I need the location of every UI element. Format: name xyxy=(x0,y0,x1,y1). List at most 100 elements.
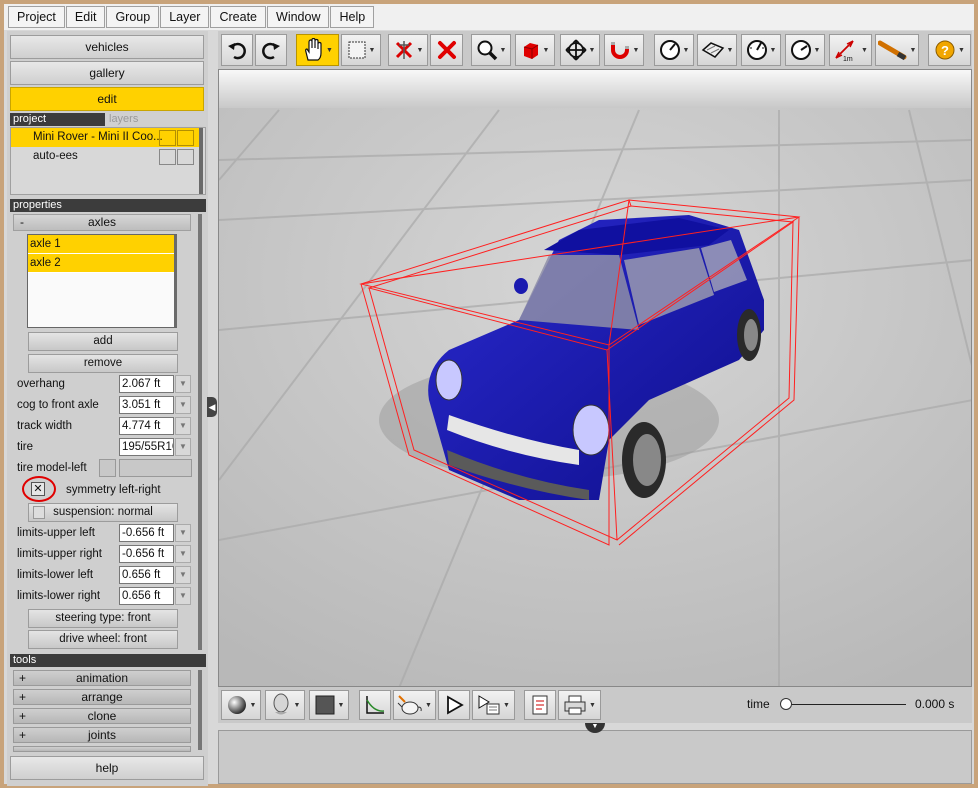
tool-arrange[interactable]: + arrange xyxy=(13,689,191,705)
tool-label: joints xyxy=(87,728,116,742)
magnet-button[interactable]: ▼ xyxy=(604,34,644,66)
tab-layers[interactable]: layers xyxy=(105,113,206,126)
time-value: 0.000 s xyxy=(915,697,955,711)
cog-front-axle-field[interactable]: 3.051 ft xyxy=(119,396,174,414)
lock-toggle[interactable] xyxy=(177,149,194,165)
print-button[interactable]: ▼ xyxy=(558,690,601,720)
limits-lower-left-field[interactable]: 0.656 ft xyxy=(119,566,174,584)
teapot-icon xyxy=(397,695,422,715)
limits-upper-right-dropdown[interactable]: ▼ xyxy=(175,545,191,563)
time-slider-track[interactable] xyxy=(782,704,906,705)
tool-label: arrange xyxy=(81,690,123,704)
axles-scrollbar[interactable] xyxy=(174,235,177,327)
ruler-button[interactable]: 1m ▼ xyxy=(829,34,872,66)
add-axle-button[interactable]: add xyxy=(28,332,178,351)
help-button[interactable]: help xyxy=(10,756,204,780)
material-button[interactable]: ▼ xyxy=(221,690,261,720)
visibility-toggle[interactable] xyxy=(159,149,176,165)
menu-group[interactable]: Group xyxy=(106,6,160,28)
drive-wheel-button[interactable]: drive wheel: front xyxy=(28,630,178,649)
cube-button[interactable]: ▼ xyxy=(515,34,555,66)
graph-button[interactable] xyxy=(359,690,391,720)
zoom-button[interactable]: ▼ xyxy=(471,34,511,66)
suspension-button[interactable]: suspension: normal xyxy=(28,503,178,522)
list-item[interactable]: Mini Rover - Mini II Coo... xyxy=(11,128,199,147)
cog-front-axle-dropdown[interactable]: ▼ xyxy=(175,396,191,414)
limits-upper-left-field[interactable]: -0.656 ft xyxy=(119,524,174,542)
tool-clone[interactable]: + clone xyxy=(13,708,191,724)
menu-project[interactable]: Project xyxy=(8,6,65,28)
notes-button[interactable] xyxy=(524,690,556,720)
menu-create[interactable]: Create xyxy=(210,6,267,28)
help-tool-button[interactable]: ? ▼ xyxy=(928,34,971,66)
tire-model-left-label: tire model-left xyxy=(17,462,87,474)
ruler-icon: 1m xyxy=(835,40,854,62)
steering-type-button[interactable]: steering type: front xyxy=(28,609,178,628)
character-button[interactable]: ▼ xyxy=(265,690,305,720)
properties-scrollbar[interactable] xyxy=(198,214,202,650)
list-item[interactable]: axle 2 xyxy=(28,254,176,273)
speed-gauge-button[interactable]: ▼ xyxy=(785,34,825,66)
vehicles-button[interactable]: vehicles xyxy=(10,35,204,59)
material-dropdown-icon: ▼ xyxy=(249,701,257,709)
timeline-panel[interactable] xyxy=(218,730,972,784)
background-button[interactable]: ▼ xyxy=(309,690,349,720)
undo-button[interactable] xyxy=(221,34,253,66)
axles-header[interactable]: - axles xyxy=(13,214,191,231)
redo-button[interactable] xyxy=(255,34,287,66)
limits-lower-right-dropdown[interactable]: ▼ xyxy=(175,587,191,605)
tire-dropdown[interactable]: ▼ xyxy=(175,438,191,456)
tab-project[interactable]: project xyxy=(13,113,46,125)
lasso-delete-button[interactable]: ▼ xyxy=(388,34,428,66)
overhang-label: overhang xyxy=(17,378,65,390)
surface-button[interactable]: ▼ xyxy=(697,34,737,66)
overhang-dropdown[interactable]: ▼ xyxy=(175,375,191,393)
limits-upper-left-dropdown[interactable]: ▼ xyxy=(175,524,191,542)
limits-lower-right-field[interactable]: 0.656 ft xyxy=(119,587,174,605)
move-button[interactable]: ▼ xyxy=(560,34,600,66)
tool-joints[interactable]: + joints xyxy=(13,727,191,743)
gauge-dropdown-icon: ▼ xyxy=(682,46,690,54)
scene-render xyxy=(219,70,971,686)
gallery-button[interactable]: gallery xyxy=(10,61,204,85)
lock-toggle[interactable] xyxy=(177,130,194,146)
tire-model-field[interactable] xyxy=(119,459,192,477)
limits-upper-right-field[interactable]: -0.656 ft xyxy=(119,545,174,563)
tool-animation[interactable]: + animation xyxy=(13,670,191,686)
3d-viewport[interactable] xyxy=(218,69,972,687)
project-scrollbar[interactable] xyxy=(199,128,203,194)
menu-window[interactable]: Window xyxy=(267,6,330,28)
select-box-button[interactable]: ▼ xyxy=(341,34,381,66)
tire-field[interactable]: 195/55R16 xyxy=(119,438,174,456)
overhang-field[interactable]: 2.067 ft xyxy=(119,375,174,393)
render-button[interactable]: ▼ xyxy=(472,690,515,720)
collapse-panel-handle[interactable]: ◀ xyxy=(207,397,217,417)
track-width-dropdown[interactable]: ▼ xyxy=(175,417,191,435)
tools-scrollbar[interactable] xyxy=(198,670,202,750)
remove-axle-button[interactable]: remove xyxy=(28,354,178,373)
angle-gauge-button[interactable]: ▼ xyxy=(741,34,781,66)
list-item[interactable]: axle 1 xyxy=(28,235,176,254)
gauge-button[interactable]: ▼ xyxy=(654,34,694,66)
delete-button[interactable] xyxy=(430,34,463,66)
teapot-button[interactable]: ▼ xyxy=(393,690,436,720)
edit-button[interactable]: edit xyxy=(10,87,204,111)
visibility-toggle[interactable] xyxy=(159,130,176,146)
hand-tool-dropdown-icon: ▼ xyxy=(326,46,333,54)
tire-model-toggle[interactable] xyxy=(99,459,116,477)
list-item[interactable]: auto-ees xyxy=(11,147,199,166)
play-button[interactable] xyxy=(438,690,470,720)
menu-layer[interactable]: Layer xyxy=(160,6,210,28)
time-slider-knob[interactable] xyxy=(780,698,792,710)
hand-tool-button[interactable]: ▼ xyxy=(296,34,339,66)
brush-button[interactable]: ▼ xyxy=(875,34,919,66)
menu-edit[interactable]: Edit xyxy=(65,6,106,28)
collapse-icon: - xyxy=(20,215,24,229)
limits-lower-left-dropdown[interactable]: ▼ xyxy=(175,566,191,584)
select-box-icon xyxy=(348,41,366,59)
cube-dropdown-icon: ▼ xyxy=(542,46,550,54)
menu-help[interactable]: Help xyxy=(330,6,375,28)
track-width-field[interactable]: 4.774 ft xyxy=(119,417,174,435)
tool-next-partial[interactable] xyxy=(13,746,191,752)
surface-icon xyxy=(701,42,724,58)
